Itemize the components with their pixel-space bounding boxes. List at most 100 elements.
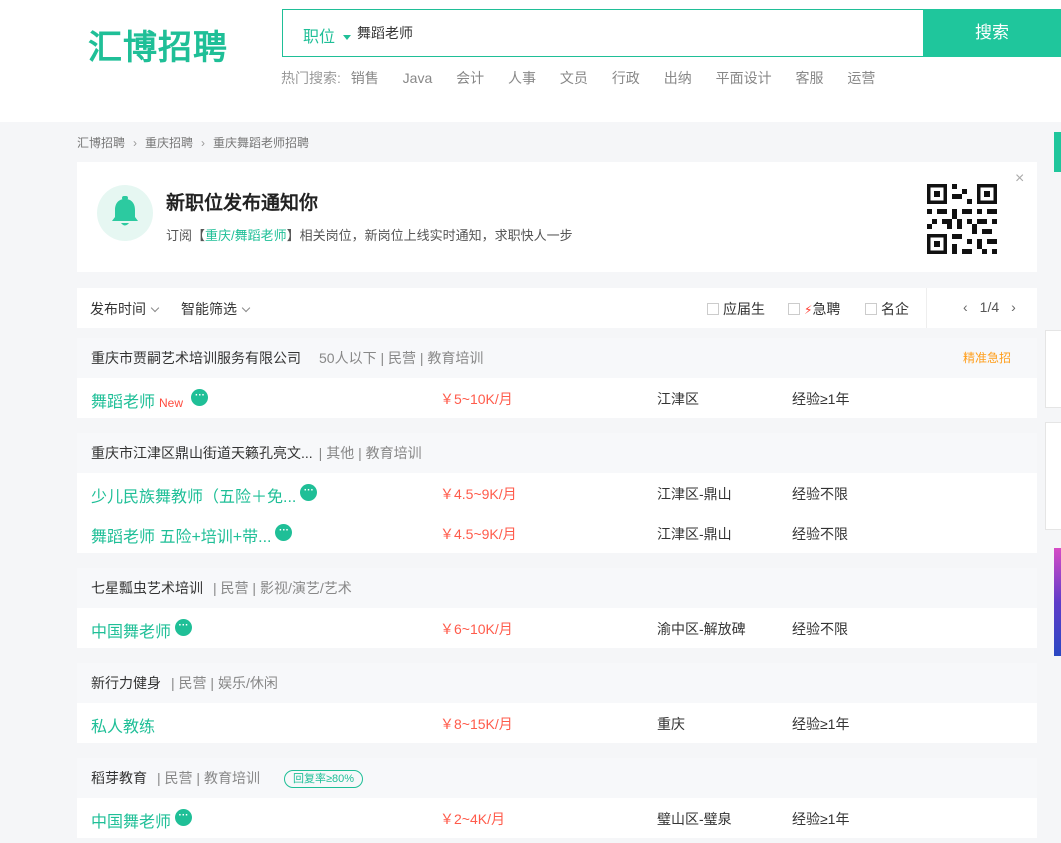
hot-term-link[interactable]: 会计 bbox=[456, 70, 484, 86]
banner-subtitle: 订阅【重庆/舞蹈老师】相关岗位，新岗位上线实时通知，求职快人一步 bbox=[166, 225, 573, 244]
job-salary: ￥8~15K/月 bbox=[440, 716, 513, 732]
breadcrumb: 汇博招聘 › 重庆招聘 › 重庆舞蹈老师招聘 bbox=[77, 134, 309, 151]
content-area: 汇博招聘 › 重庆招聘 › 重庆舞蹈老师招聘 新职位发布通知你 订阅【重庆/舞蹈老师】相… bbox=[0, 122, 1061, 843]
banner-sub-prefix: 订阅【 bbox=[166, 228, 206, 243]
fresh-grad-label: 应届生 bbox=[723, 301, 765, 317]
hot-searches: 热门搜索: 销售 Java 会计 人事 文员 行政 出纳 平面设计 客服 运营 bbox=[281, 68, 895, 88]
smart-filter-label: 智能筛选 bbox=[181, 301, 237, 317]
bell-icon bbox=[97, 185, 153, 241]
job-alert-banner: 新职位发布通知你 订阅【重庆/舞蹈老师】相关岗位，新岗位上线实时通知，求职快人一… bbox=[77, 162, 1037, 272]
company-meta: | 民营 | 教育培训 bbox=[157, 770, 260, 786]
job-title[interactable]: 中国舞老师 bbox=[91, 624, 171, 641]
job-title-wrap: 中国舞老师 bbox=[91, 808, 193, 832]
hot-term-link[interactable]: 出纳 bbox=[664, 70, 692, 86]
company-name[interactable]: 七星瓢虫艺术培训 bbox=[91, 580, 203, 596]
chat-icon[interactable] bbox=[191, 388, 209, 406]
job-title[interactable]: 私人教练 bbox=[91, 719, 155, 736]
chevron-down-icon bbox=[150, 303, 160, 313]
job-experience: 经验不限 bbox=[792, 486, 848, 502]
chevron-down-icon bbox=[343, 35, 352, 41]
hot-term-link[interactable]: 人事 bbox=[508, 70, 536, 86]
job-row[interactable]: 私人教练 ￥8~15K/月 重庆 经验≥1年 bbox=[77, 703, 1037, 743]
next-page-icon[interactable]: › bbox=[1011, 299, 1016, 315]
famous-company-checkbox[interactable]: 名企 bbox=[865, 299, 909, 319]
job-title-wrap: 舞蹈老师 五险+培训+带... bbox=[91, 523, 293, 547]
breadcrumb-city[interactable]: 重庆招聘 bbox=[145, 136, 193, 150]
hot-term-link[interactable]: 销售 bbox=[351, 70, 379, 86]
breadcrumb-home[interactable]: 汇博招聘 bbox=[77, 136, 125, 150]
side-ad-banner[interactable] bbox=[1054, 548, 1061, 656]
search-type-dropdown[interactable]: 职位 bbox=[303, 23, 352, 47]
side-widget[interactable] bbox=[1045, 422, 1061, 530]
chevron-down-icon bbox=[241, 303, 251, 313]
company-card: 重庆市江津区鼎山街道天籁孔亮文... | 其他 | 教育培训 少儿民族舞教师（五险… bbox=[77, 433, 1037, 553]
company-header: 七星瓢虫艺术培训 | 民营 | 影视/演艺/艺术 bbox=[77, 568, 1037, 608]
job-experience: 经验不限 bbox=[792, 621, 848, 637]
chat-icon[interactable] bbox=[300, 483, 318, 501]
job-title-wrap: 中国舞老师 bbox=[91, 618, 193, 642]
job-salary: ￥2~4K/月 bbox=[440, 811, 505, 827]
company-meta: | 民营 | 娱乐/休闲 bbox=[171, 675, 278, 691]
hot-term-link[interactable]: 文员 bbox=[560, 70, 588, 86]
smart-filter[interactable]: 智能筛选 bbox=[181, 299, 251, 319]
publish-time-filter[interactable]: 发布时间 bbox=[90, 299, 160, 319]
filter-bar: 发布时间 智能筛选 应届生 ⚡急聘 名企 ‹ 1/4 › bbox=[77, 288, 1037, 328]
search-box: 职位 bbox=[282, 9, 924, 57]
urgent-checkbox[interactable]: ⚡急聘 bbox=[788, 299, 840, 319]
hot-term-link[interactable]: 客服 bbox=[795, 70, 823, 86]
company-meta: | 民营 | 影视/演艺/艺术 bbox=[213, 580, 352, 596]
prev-page-icon[interactable]: ‹ bbox=[963, 299, 968, 315]
checkbox-icon bbox=[865, 303, 877, 315]
logo[interactable]: 汇博招聘 bbox=[88, 20, 228, 69]
hot-term-link[interactable]: 行政 bbox=[612, 70, 640, 86]
job-title[interactable]: 中国舞老师 bbox=[91, 814, 171, 831]
job-row[interactable]: 舞蹈老师 五险+培训+带... ￥4.5~9K/月 江津区-鼎山 经验不限 bbox=[77, 513, 1037, 553]
job-experience: 经验≥1年 bbox=[792, 716, 850, 732]
chevron-right-icon: › bbox=[133, 136, 138, 150]
job-row[interactable]: 中国舞老师 ￥2~4K/月 璧山区-璧泉 经验≥1年 bbox=[77, 798, 1037, 838]
company-card: 重庆市贾嗣艺术培训服务有限公司 50人以下 | 民营 | 教育培训 精准急招 舞蹈… bbox=[77, 338, 1037, 418]
chat-icon[interactable] bbox=[175, 808, 193, 826]
side-widget[interactable] bbox=[1045, 330, 1061, 408]
job-location: 江津区-鼎山 bbox=[657, 486, 732, 502]
company-card: 稻芽教育 | 民营 | 教育培训 回复率≥80% 中国舞老师 ￥2~4K/月 璧山区… bbox=[77, 758, 1037, 838]
company-meta: | 其他 | 教育培训 bbox=[318, 445, 422, 461]
chat-icon[interactable] bbox=[275, 523, 293, 541]
side-widget[interactable] bbox=[1054, 132, 1061, 172]
job-row[interactable]: 中国舞老师 ￥6~10K/月 渝中区-解放碑 经验不限 bbox=[77, 608, 1037, 648]
hot-search-label: 热门搜索: bbox=[281, 70, 341, 86]
header: 汇博招聘 职位 搜索 热门搜索: 销售 Java 会计 人事 文员 行政 出纳 … bbox=[0, 0, 1061, 122]
qr-code-icon bbox=[927, 184, 997, 254]
company-header: 稻芽教育 | 民营 | 教育培训 回复率≥80% bbox=[77, 758, 1037, 798]
chat-icon[interactable] bbox=[175, 618, 193, 636]
job-experience: 经验≥1年 bbox=[792, 391, 850, 407]
job-salary: ￥4.5~9K/月 bbox=[440, 526, 517, 542]
page-indicator: 1/4 bbox=[979, 299, 1000, 315]
company-name[interactable]: 新行力健身 bbox=[91, 675, 161, 691]
job-title[interactable]: 少儿民族舞教师（五险＋免... bbox=[91, 489, 296, 506]
job-salary: ￥4.5~9K/月 bbox=[440, 486, 517, 502]
hot-term-link[interactable]: Java bbox=[403, 70, 433, 86]
close-icon[interactable]: × bbox=[1015, 170, 1024, 188]
job-salary: ￥6~10K/月 bbox=[440, 621, 513, 637]
company-name[interactable]: 重庆市贾嗣艺术培训服务有限公司 bbox=[91, 350, 301, 366]
search-button[interactable]: 搜索 bbox=[923, 9, 1061, 57]
job-location: 渝中区-解放碑 bbox=[657, 621, 746, 637]
fresh-grad-checkbox[interactable]: 应届生 bbox=[707, 299, 765, 319]
hot-term-link[interactable]: 平面设计 bbox=[716, 70, 772, 86]
job-salary: ￥5~10K/月 bbox=[440, 391, 513, 407]
famous-label: 名企 bbox=[881, 301, 909, 317]
job-experience: 经验≥1年 bbox=[792, 811, 850, 827]
job-title[interactable]: 舞蹈老师 五险+培训+带... bbox=[91, 529, 271, 546]
company-name[interactable]: 重庆市江津区鼎山街道天籁孔亮文... bbox=[91, 445, 313, 461]
job-title[interactable]: 舞蹈老师 bbox=[91, 394, 155, 411]
pager: ‹ 1/4 › bbox=[951, 299, 1028, 315]
job-row[interactable]: 少儿民族舞教师（五险＋免... ￥4.5~9K/月 江津区-鼎山 经验不限 bbox=[77, 473, 1037, 513]
job-row[interactable]: 舞蹈老师 New ￥5~10K/月 江津区 经验≥1年 bbox=[77, 378, 1037, 418]
company-name[interactable]: 稻芽教育 bbox=[91, 770, 147, 786]
search-input[interactable] bbox=[357, 19, 897, 47]
company-card: 七星瓢虫艺术培训 | 民营 | 影视/演艺/艺术 中国舞老师 ￥6~10K/月 渝… bbox=[77, 568, 1037, 648]
hot-term-link[interactable]: 运营 bbox=[847, 70, 875, 86]
checkbox-icon bbox=[788, 303, 800, 315]
job-experience: 经验不限 bbox=[792, 526, 848, 542]
